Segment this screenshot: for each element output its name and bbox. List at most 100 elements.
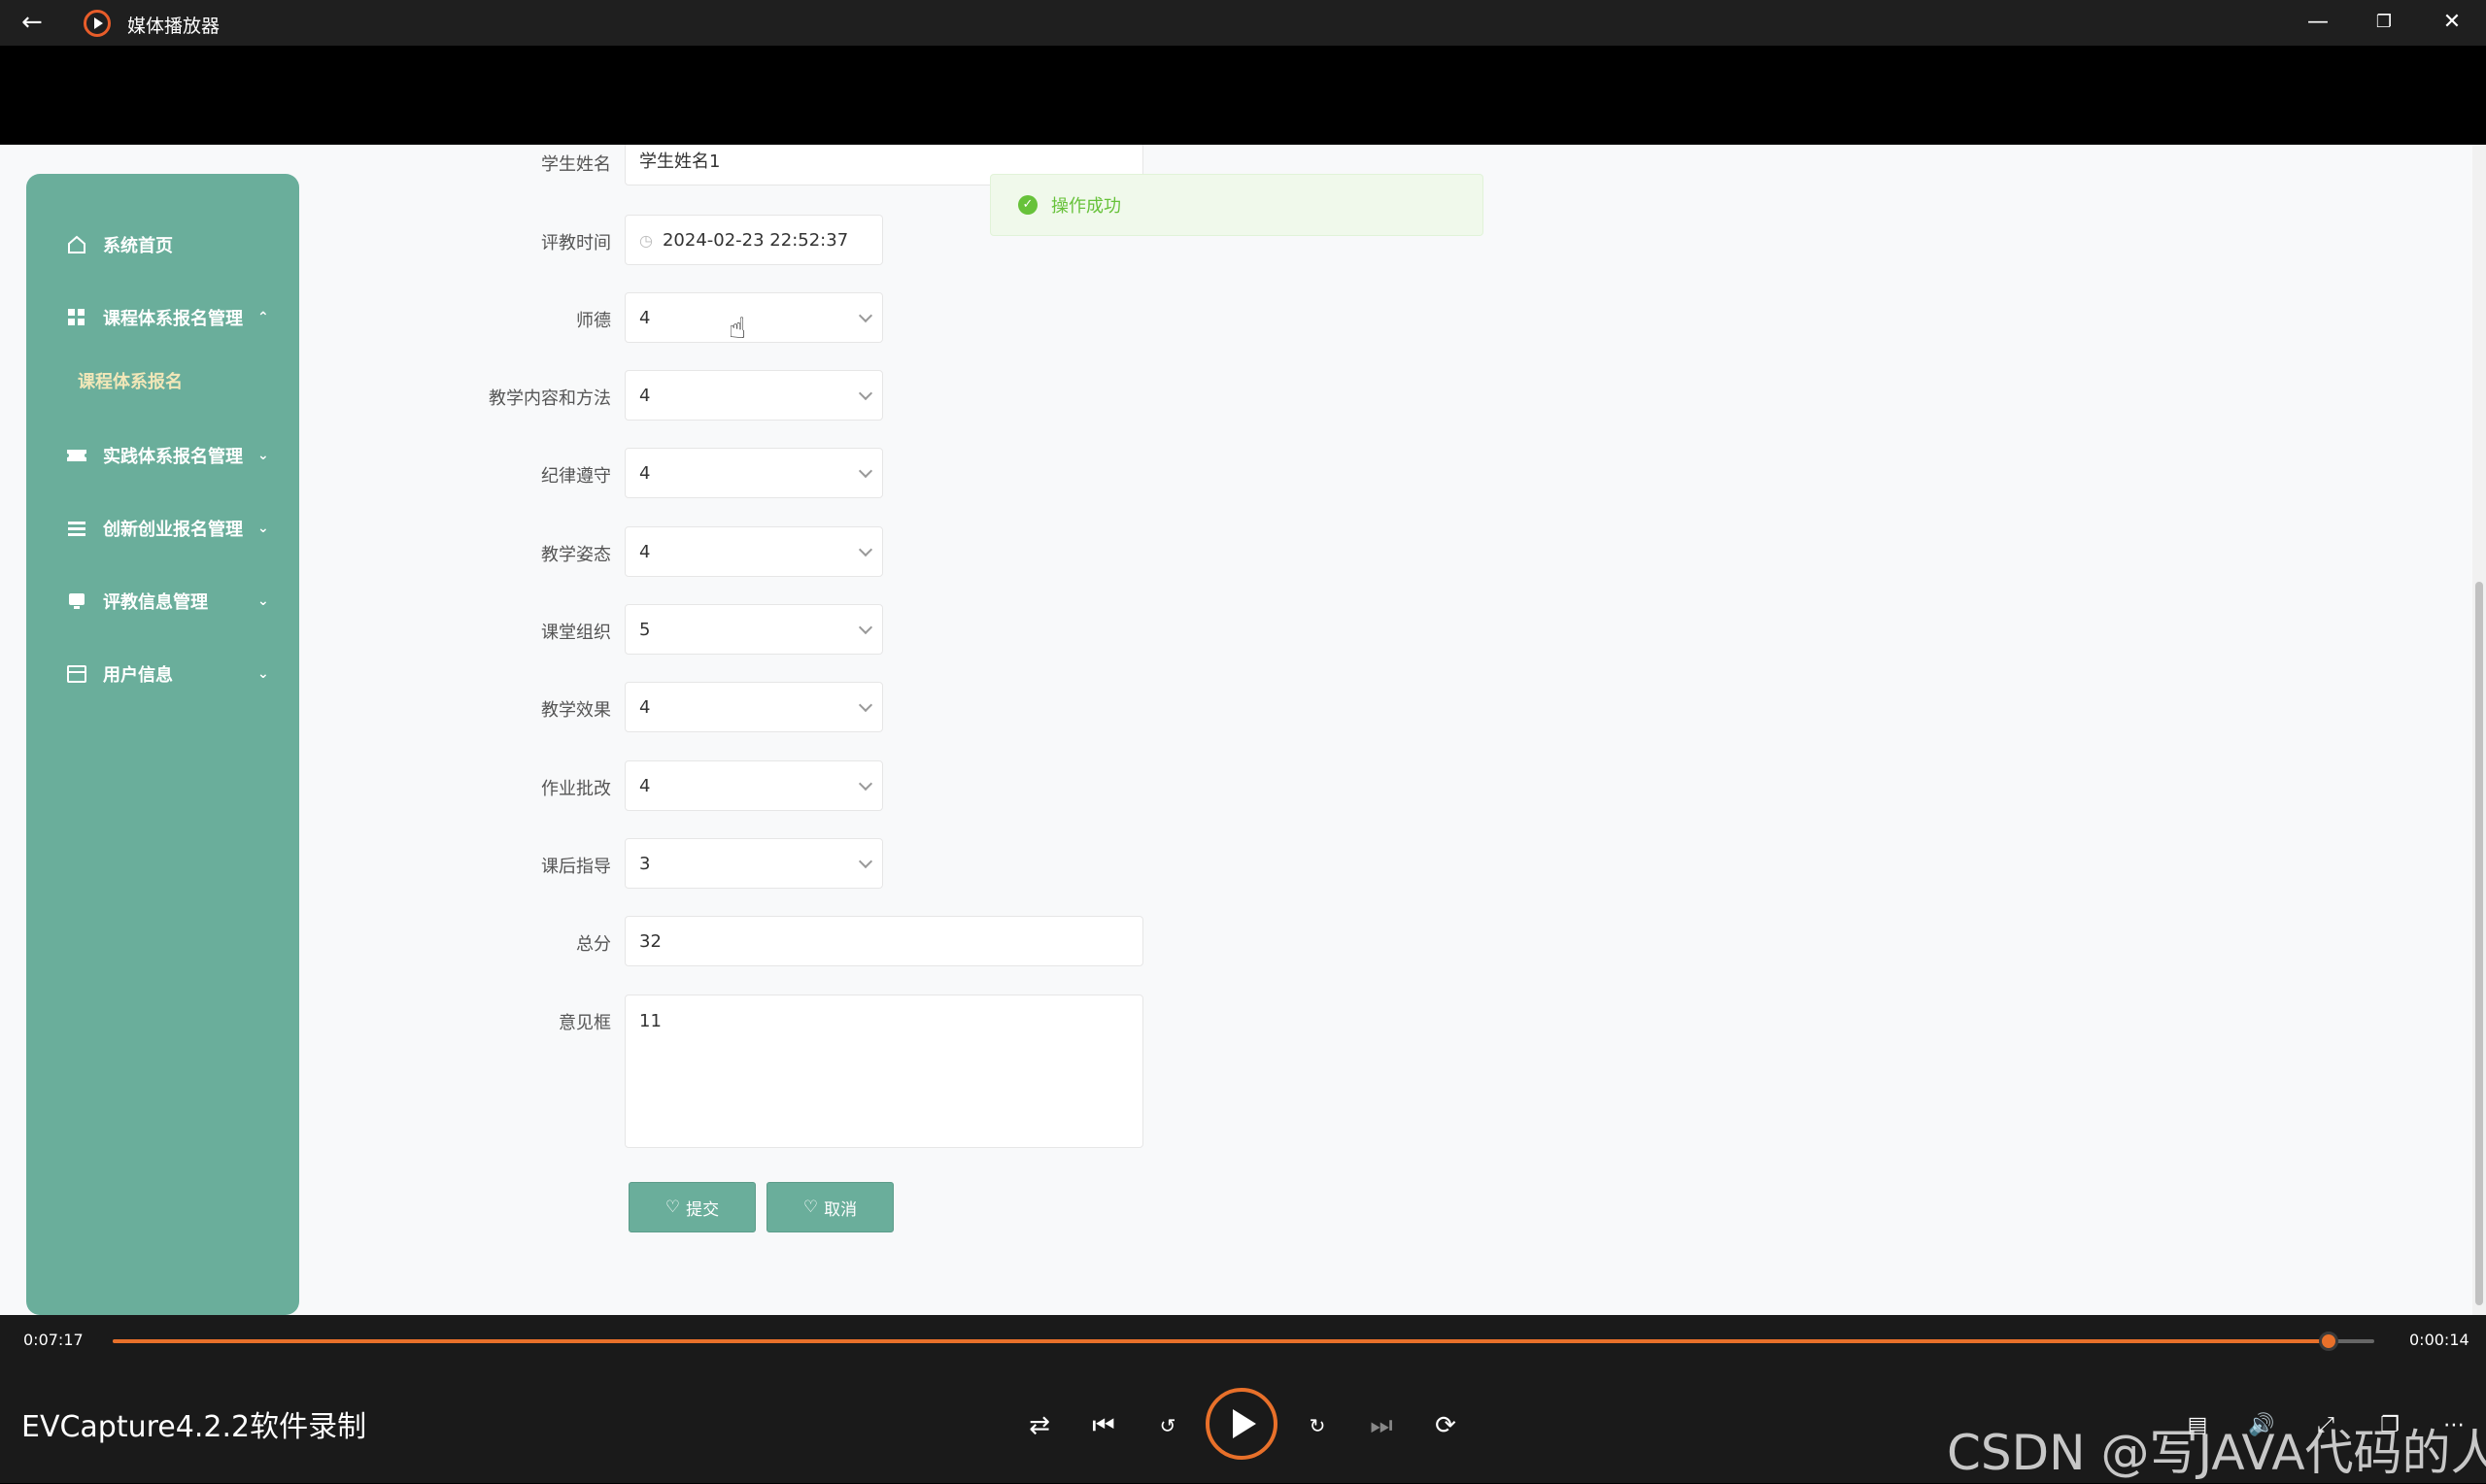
class-organization-select[interactable]: 5 (625, 604, 883, 655)
cancel-button[interactable]: ♡ 取消 (766, 1182, 894, 1232)
chevron-down-icon: ⌄ (257, 593, 269, 609)
csdn-watermark: CSDN @写JAVA代码的人 (1947, 1425, 2486, 1481)
total-score-label: 总分 (576, 934, 611, 955)
window-titlebar: ← 媒体播放器 — ❐ ✕ (0, 0, 2486, 46)
select-label: 课堂组织 (541, 623, 611, 643)
chevron-down-icon: ⌄ (257, 666, 269, 682)
home-icon (65, 233, 88, 256)
chevron-down-icon (858, 620, 873, 635)
select-value: 4 (639, 696, 651, 718)
sidebar-item-label: 系统首页 (103, 236, 173, 256)
recorder-caption: EVCapture4.2.2软件录制 (21, 1410, 367, 1444)
homework-grading-select[interactable]: 4 (625, 760, 883, 811)
submit-button[interactable]: ♡ 提交 (629, 1182, 756, 1232)
media-player-controls: 0:07:17 0:00:14 EVCapture4.2.2软件录制 ⇄ ⏮ ↺… (0, 1315, 2486, 1483)
select-label: 教学内容和方法 (489, 388, 611, 409)
comment-label: 意见框 (559, 1013, 611, 1033)
seek-bar-fill (113, 1339, 2330, 1343)
select-value: 4 (639, 462, 651, 484)
sidebar-item-course-registration-mgmt[interactable]: 课程体系报名管理 ⌃ (26, 293, 299, 342)
hand-cursor-icon: ☝ (729, 312, 747, 346)
sidebar-item-label: 创新创业报名管理 (103, 520, 243, 540)
monitor-icon (65, 590, 88, 613)
select-label: 师德 (576, 311, 611, 331)
forward-30-icon[interactable]: ↻ (1300, 1408, 1335, 1443)
toast-message: 操作成功 (1051, 196, 1121, 217)
comment-textarea[interactable]: 11 (625, 995, 1143, 1148)
success-toast: ✓ 操作成功 (990, 174, 1483, 236)
sidebar-item-practice-registration-mgmt[interactable]: 实践体系报名管理 ⌄ (26, 431, 299, 480)
close-icon[interactable]: ✕ (2433, 8, 2471, 37)
select-value: 4 (639, 775, 651, 796)
page-scrollbar[interactable] (2472, 145, 2486, 1315)
app-title: 媒体播放器 (127, 16, 221, 37)
sidebar-item-label: 实践体系报名管理 (103, 447, 243, 467)
restore-icon[interactable]: ❐ (2365, 8, 2403, 37)
sidebar-item-home[interactable]: 系统首页 (26, 220, 299, 269)
sidebar-subitem-course-registration[interactable]: 课程体系报名 (78, 368, 183, 393)
select-value: 4 (639, 541, 651, 562)
chevron-down-icon (858, 776, 873, 792)
repeat-off-icon[interactable]: ⟳ (1428, 1408, 1463, 1443)
submit-button-label: 提交 (686, 1199, 720, 1220)
student-name-value: 学生姓名1 (639, 152, 721, 172)
select-value: 5 (639, 619, 651, 640)
sidebar-menu: 系统首页 课程体系报名管理 ⌃ 课程体系报名 实践体系报名管理 ⌄ 创新创业报名… (26, 174, 299, 1315)
comment-value: 11 (639, 1011, 662, 1031)
rewind-10-icon[interactable]: ↺ (1150, 1408, 1185, 1443)
scrollbar-thumb[interactable] (2475, 582, 2483, 1305)
list-icon (65, 517, 88, 540)
ticket-icon (65, 444, 88, 467)
select-label: 教学效果 (541, 700, 611, 721)
student-name-label: 学生姓名 (541, 154, 611, 175)
seek-bar-handle[interactable] (2319, 1332, 2339, 1351)
grid-icon (65, 306, 88, 329)
chevron-down-icon (858, 697, 873, 713)
check-circle-icon: ✓ (1018, 195, 1038, 215)
sidebar-item-label: 课程体系报名管理 (103, 309, 243, 329)
after-class-guidance-select[interactable]: 3 (625, 838, 883, 889)
eval-time-picker[interactable]: ◷ 2024-02-23 22:52:37 (625, 215, 883, 265)
chevron-down-icon: ⌄ (257, 521, 269, 536)
minimize-icon[interactable]: — (2299, 8, 2337, 37)
discipline-select[interactable]: 4 (625, 448, 883, 498)
next-track-icon[interactable]: ⏭ (1364, 1408, 1399, 1443)
chevron-down-icon: ⌄ (257, 448, 269, 463)
teaching-effect-select[interactable]: 4 (625, 682, 883, 732)
chevron-down-icon (858, 308, 873, 323)
clock-icon: ◷ (639, 230, 653, 250)
back-arrow-icon[interactable]: ← (21, 10, 51, 35)
sidebar-item-innovation-registration-mgmt[interactable]: 创新创业报名管理 ⌄ (26, 504, 299, 553)
total-score-value: 32 (639, 930, 662, 952)
previous-track-icon[interactable]: ⏮ (1086, 1408, 1121, 1443)
sidebar-item-user-info[interactable]: 用户信息 ⌄ (26, 650, 299, 698)
teacher-ethics-select[interactable]: 4 (625, 292, 883, 343)
sidebar-item-label: 用户信息 (103, 665, 173, 686)
select-label: 教学姿态 (541, 545, 611, 565)
cancel-button-label: 取消 (824, 1199, 858, 1220)
teaching-posture-select[interactable]: 4 (625, 526, 883, 577)
chevron-down-icon (858, 463, 873, 479)
chevron-down-icon (858, 542, 873, 557)
media-player-app-icon (84, 10, 111, 37)
heart-icon: ♡ (664, 1197, 681, 1217)
select-label: 课后指导 (541, 857, 611, 877)
select-value: 3 (639, 853, 651, 874)
select-label: 作业批改 (541, 779, 611, 799)
play-button[interactable] (1206, 1388, 1277, 1460)
chevron-down-icon (858, 386, 873, 401)
eval-time-value: 2024-02-23 22:52:37 (662, 229, 849, 251)
sidebar-item-label: 评教信息管理 (103, 592, 208, 613)
elapsed-time: 0:07:17 (23, 1331, 84, 1349)
select-value: 4 (639, 385, 651, 406)
content-method-select[interactable]: 4 (625, 370, 883, 421)
shuffle-icon[interactable]: ⇄ (1022, 1408, 1057, 1443)
remaining-time: 0:00:14 (2409, 1331, 2469, 1349)
card-icon (65, 662, 88, 686)
sidebar-item-evaluation-mgmt[interactable]: 评教信息管理 ⌄ (26, 577, 299, 625)
seek-bar[interactable] (113, 1332, 2374, 1351)
chevron-up-icon: ⌃ (257, 310, 269, 325)
total-score-input[interactable]: 32 (625, 916, 1143, 966)
eval-time-label: 评教时间 (541, 233, 611, 253)
select-value: 4 (639, 307, 651, 328)
